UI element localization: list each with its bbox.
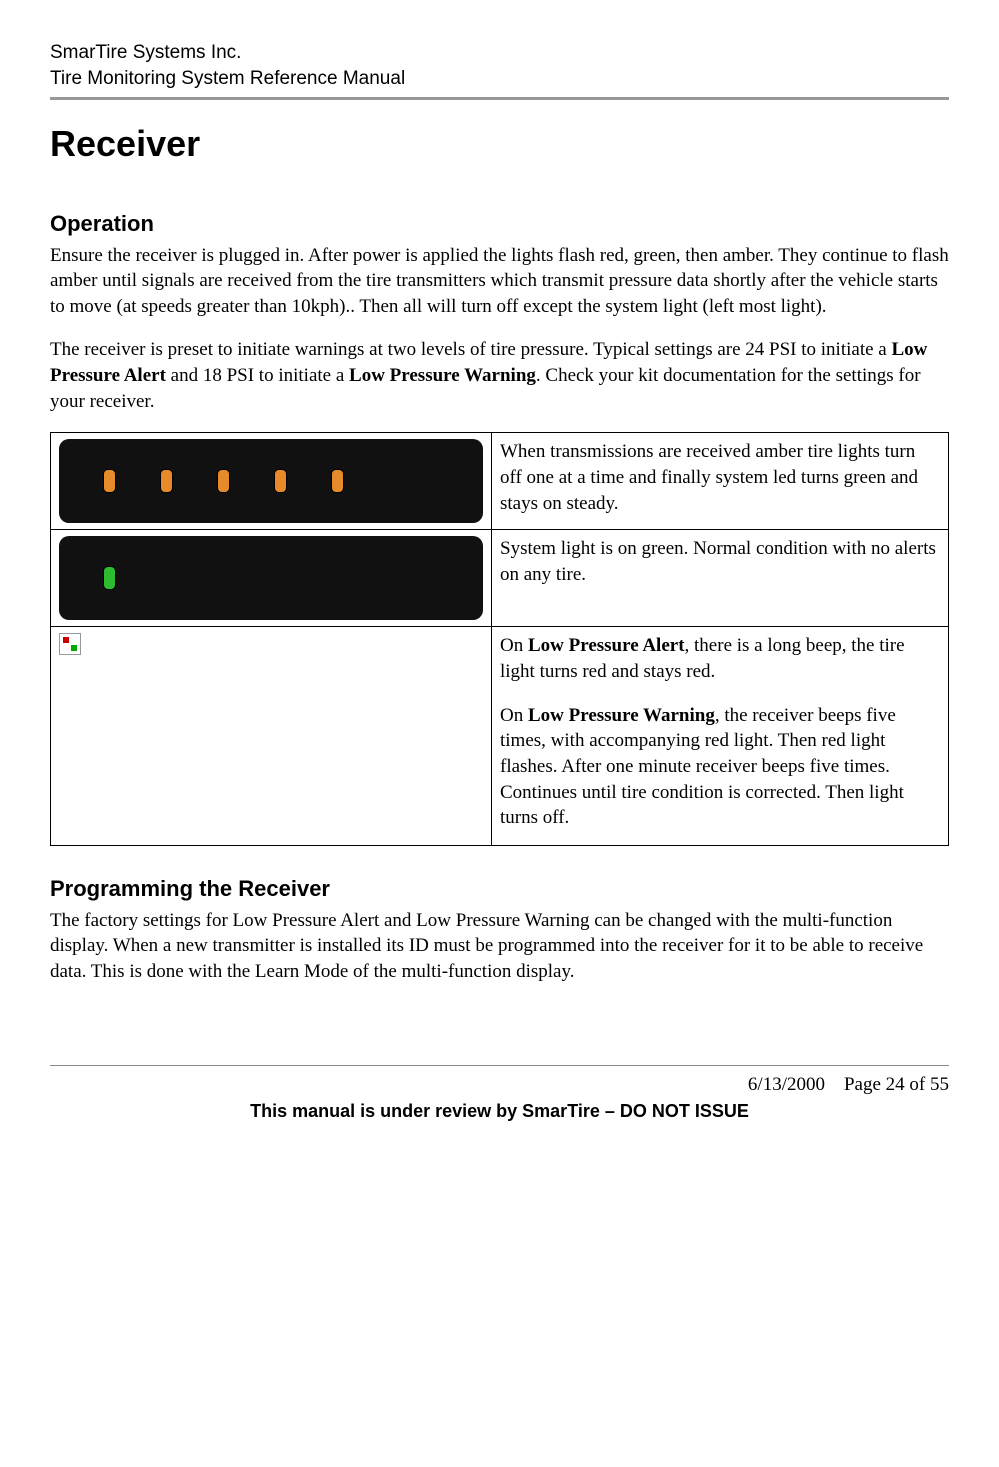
table-cell-description: When transmissions are received amber ti… bbox=[492, 433, 949, 530]
led-amber-icon bbox=[103, 469, 116, 493]
led-amber-icon bbox=[331, 469, 344, 493]
bold-low-pressure-warning: Low Pressure Warning bbox=[528, 705, 715, 726]
text-paragraph: On Low Pressure Warning, the receiver be… bbox=[500, 703, 940, 831]
device-image-green-led bbox=[51, 530, 492, 627]
led-amber-icon bbox=[274, 469, 287, 493]
header-manual-title: Tire Monitoring System Reference Manual bbox=[50, 66, 949, 92]
operation-paragraph-2: The receiver is preset to initiate warni… bbox=[50, 337, 949, 414]
text-fragment: On bbox=[500, 705, 528, 726]
table-row: When transmissions are received amber ti… bbox=[51, 433, 949, 530]
table-cell-description: On Low Pressure Alert, there is a long b… bbox=[492, 627, 949, 845]
footer-date-page: 6/13/2000 Page 24 of 55 bbox=[50, 1072, 949, 1098]
footer-page: Page 24 of 55 bbox=[844, 1074, 949, 1095]
text-paragraph: On Low Pressure Alert, there is a long b… bbox=[500, 633, 940, 684]
led-amber-icon bbox=[217, 469, 230, 493]
device-image-missing bbox=[51, 627, 492, 845]
receiver-device-icon bbox=[59, 439, 483, 523]
led-amber-icon bbox=[160, 469, 173, 493]
section-heading-programming: Programming the Receiver bbox=[50, 874, 949, 904]
operation-paragraph-1: Ensure the receiver is plugged in. After… bbox=[50, 243, 949, 320]
header-company: SmarTire Systems Inc. bbox=[50, 40, 949, 66]
footer-review-notice: This manual is under review by SmarTire … bbox=[50, 1099, 949, 1123]
text-fragment: and 18 PSI to initiate a bbox=[166, 365, 349, 386]
footer-rule bbox=[50, 1065, 949, 1066]
bold-low-pressure-warning: Low Pressure Warning bbox=[349, 365, 536, 386]
page-title: Receiver bbox=[50, 120, 949, 169]
text-fragment: On bbox=[500, 635, 528, 656]
programming-paragraph-1: The factory settings for Low Pressure Al… bbox=[50, 908, 949, 985]
led-green-icon bbox=[103, 566, 116, 590]
bold-low-pressure-alert: Low Pressure Alert bbox=[528, 635, 685, 656]
header-rule bbox=[50, 97, 949, 100]
table-row: On Low Pressure Alert, there is a long b… bbox=[51, 627, 949, 845]
table-row: System light is on green. Normal conditi… bbox=[51, 530, 949, 627]
device-image-amber-leds bbox=[51, 433, 492, 530]
broken-image-icon bbox=[59, 633, 81, 655]
text-fragment: The receiver is preset to initiate warni… bbox=[50, 339, 891, 360]
page-header: SmarTire Systems Inc. Tire Monitoring Sy… bbox=[50, 40, 949, 100]
receiver-device-icon bbox=[59, 536, 483, 620]
footer-date: 6/13/2000 bbox=[748, 1074, 825, 1095]
section-heading-operation: Operation bbox=[50, 209, 949, 239]
table-cell-description: System light is on green. Normal conditi… bbox=[492, 530, 949, 627]
receiver-states-table: When transmissions are received amber ti… bbox=[50, 432, 949, 845]
